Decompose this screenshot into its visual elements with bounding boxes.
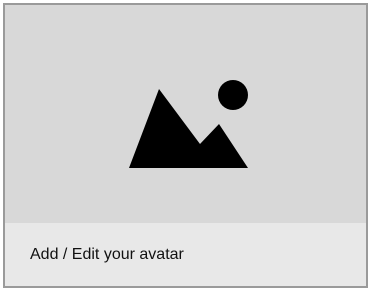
image-placeholder-icon [129,80,248,168]
avatar-upload-card[interactable]: Add / Edit your avatar [3,3,368,288]
avatar-preview[interactable] [5,5,366,223]
avatar-footer[interactable]: Add / Edit your avatar [5,223,366,286]
avatar-label: Add / Edit your avatar [30,245,184,263]
